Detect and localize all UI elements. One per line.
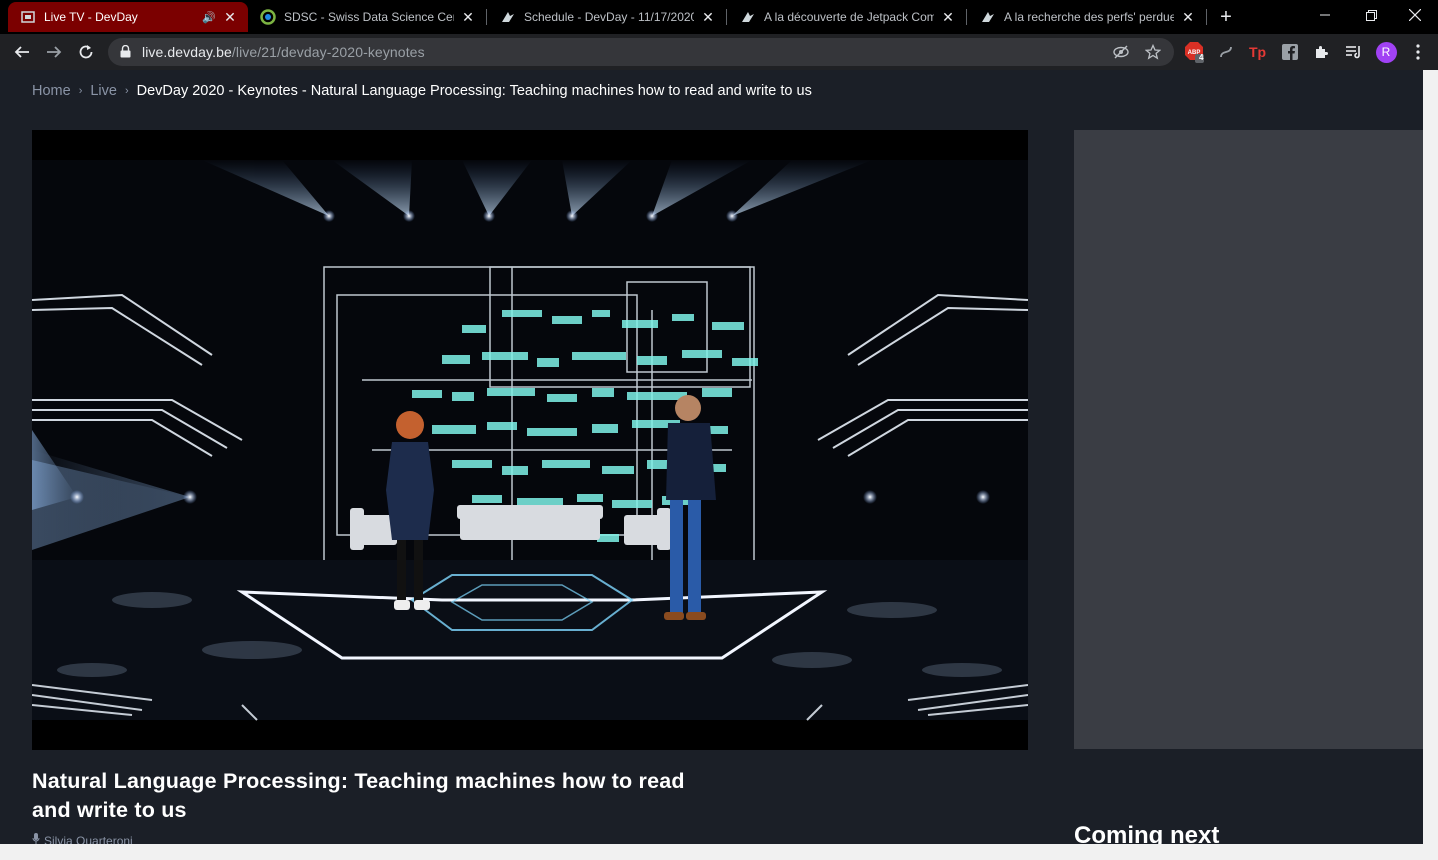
close-tab-icon[interactable]: ✕ — [460, 9, 476, 26]
adblock-extension-icon[interactable]: ABP 4 — [1184, 41, 1206, 63]
breadcrumb-current: DevDay 2020 - Keynotes - Natural Languag… — [136, 83, 812, 99]
speaker-name[interactable]: Silvia Quarteroni — [44, 834, 133, 845]
page-bottom-bar — [0, 844, 1423, 860]
tab-perfs[interactable]: A la recherche des perfs' perdues ✕ — [968, 2, 1206, 32]
minimize-button[interactable] — [1302, 0, 1348, 30]
coming-next-heading: Coming next — [1074, 822, 1220, 844]
browser-toolbar: live.devday.be/live/21/devday-2020-keyno… — [0, 34, 1438, 70]
close-tab-icon[interactable]: ✕ — [222, 9, 238, 26]
bookmark-star-icon[interactable] — [1144, 43, 1162, 61]
video-title-line-1: Natural Language Processing: Teaching ma… — [32, 769, 685, 793]
chat-side-panel — [1074, 130, 1423, 749]
page-content: Home › Live › DevDay 2020 - Keynotes - N… — [0, 70, 1423, 844]
devday-tv-icon — [20, 9, 36, 25]
forward-button[interactable] — [40, 38, 68, 66]
close-tab-icon[interactable]: ✕ — [940, 9, 956, 26]
address-bar[interactable]: live.devday.be/live/21/devday-2020-keyno… — [108, 38, 1174, 66]
breadcrumb-home[interactable]: Home — [32, 83, 71, 99]
tab-title: SDSC - Swiss Data Science Cente — [284, 10, 454, 24]
tp-extension-icon[interactable]: Tp — [1247, 41, 1269, 63]
speaker-info: Silvia Quarteroni — [32, 833, 133, 844]
tab-sdsc[interactable]: SDSC - Swiss Data Science Cente ✕ — [248, 2, 486, 32]
devday-icon — [500, 9, 516, 25]
lock-icon[interactable] — [120, 44, 131, 63]
tab-title: A la découverte de Jetpack Comp — [764, 10, 934, 24]
tab-separator — [966, 9, 967, 25]
sdsc-icon — [260, 9, 276, 25]
url-path: /live/21/devday-2020-keynotes — [231, 44, 425, 60]
browser-menu-icon[interactable] — [1407, 41, 1429, 63]
chevron-right-icon: › — [124, 85, 129, 97]
restore-button[interactable] — [1348, 0, 1394, 30]
swirl-extension-icon[interactable] — [1215, 41, 1237, 63]
tab-title: A la recherche des perfs' perdues — [1004, 10, 1174, 24]
profile-initial: R — [1375, 41, 1397, 63]
tracking-blocked-icon[interactable] — [1112, 43, 1130, 61]
vertical-scrollbar[interactable] — [1423, 70, 1438, 860]
close-tab-icon[interactable]: ✕ — [700, 9, 716, 26]
devday-icon — [740, 9, 756, 25]
video-player[interactable] — [32, 130, 1028, 750]
tab-separator — [726, 9, 727, 25]
close-window-button[interactable] — [1392, 0, 1438, 30]
media-controls-icon[interactable] — [1343, 41, 1365, 63]
back-button[interactable] — [8, 38, 36, 66]
tab-separator — [486, 9, 487, 25]
video-title: Natural Language Processing: Teaching ma… — [32, 767, 752, 825]
url-text[interactable]: live.devday.be/live/21/devday-2020-keyno… — [142, 44, 425, 60]
video-stage-frame — [32, 130, 1028, 750]
microphone-icon — [32, 833, 40, 844]
breadcrumb: Home › Live › DevDay 2020 - Keynotes - N… — [32, 83, 812, 99]
svg-text:Tp: Tp — [1249, 44, 1266, 60]
tab-title: Live TV - DevDay — [44, 10, 138, 24]
new-tab-button[interactable]: + — [1212, 4, 1240, 30]
breadcrumb-live[interactable]: Live — [90, 83, 117, 99]
chevron-right-icon: › — [78, 85, 83, 97]
tab-strip: Live TV - DevDay 🔊 ✕ SDSC - Swiss Data S… — [0, 0, 1438, 34]
tab-jetpack-compose[interactable]: A la découverte de Jetpack Comp ✕ — [728, 2, 966, 32]
extension-badge: 4 — [1199, 53, 1204, 62]
tab-separator — [1206, 9, 1207, 25]
tab-live-tv[interactable]: Live TV - DevDay 🔊 ✕ — [8, 2, 248, 32]
facebook-extension-icon[interactable] — [1279, 41, 1301, 63]
audio-playing-icon[interactable]: 🔊 — [202, 11, 216, 24]
tab-title: Schedule - DevDay - 11/17/2020 — [524, 10, 694, 24]
profile-avatar[interactable]: R — [1375, 41, 1397, 63]
video-title-line-2: and write to us — [32, 798, 187, 822]
devday-icon — [980, 9, 996, 25]
url-host: live.devday.be — [142, 44, 232, 60]
extensions-puzzle-icon[interactable] — [1311, 41, 1333, 63]
close-tab-icon[interactable]: ✕ — [1180, 9, 1196, 26]
tab-schedule[interactable]: Schedule - DevDay - 11/17/2020 ✕ — [488, 2, 726, 32]
reload-button[interactable] — [72, 38, 100, 66]
